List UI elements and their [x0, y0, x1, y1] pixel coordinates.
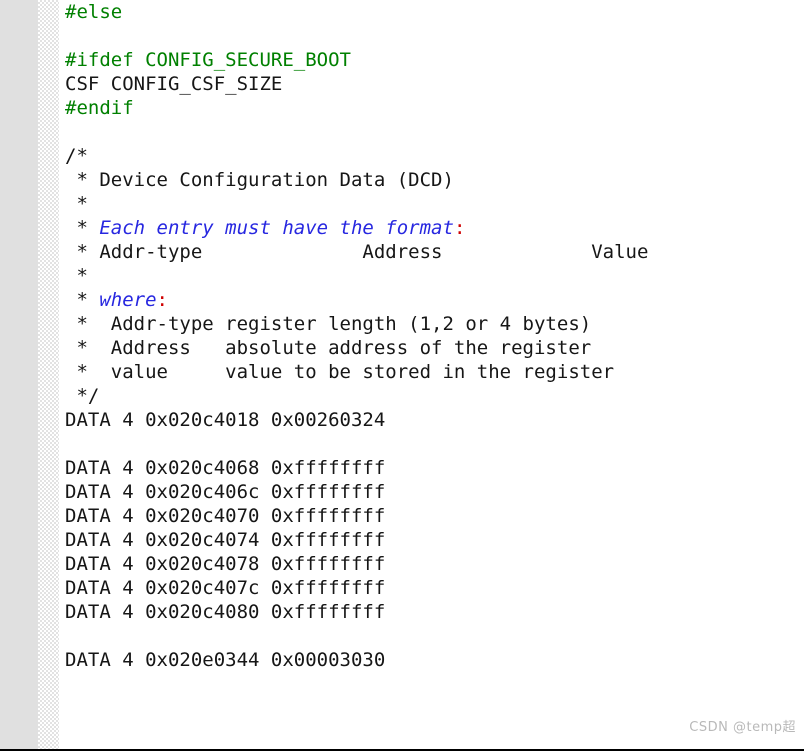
code-token: * value value to be stored in the regist… [65, 361, 615, 383]
code-line[interactable]: DATA 4 0x020c4018 0x00260324 [65, 408, 804, 432]
code-token: DATA 4 0x020c4018 0x00260324 [65, 409, 386, 431]
code-line[interactable]: * Addr-type register length (1,2 or 4 by… [65, 312, 804, 336]
code-line[interactable]: * Each entry must have the format: [65, 216, 804, 240]
code-line[interactable]: * [65, 264, 804, 288]
code-line[interactable]: DATA 4 0x020c4074 0xffffffff [65, 528, 804, 552]
code-text-area[interactable]: #else #ifdef CONFIG_SECURE_BOOT CSF CONFI… [59, 0, 804, 749]
code-token: */ [65, 385, 100, 407]
code-line[interactable] [65, 120, 804, 144]
code-line[interactable]: DATA 4 0x020c4078 0xffffffff [65, 552, 804, 576]
code-token: #endif [65, 97, 134, 119]
code-token: /* [65, 145, 88, 167]
csdn-watermark: CSDN @temp超 [689, 720, 796, 735]
code-token: DATA 4 0x020c406c 0xffffffff [65, 481, 386, 503]
code-line[interactable]: DATA 4 0x020c4068 0xffffffff [65, 456, 804, 480]
code-token: * Device Configuration Data (DCD) [65, 169, 454, 191]
code-token: DATA 4 0x020c407c 0xffffffff [65, 577, 386, 599]
code-token: * Address absolute address of the regist… [65, 337, 592, 359]
code-line[interactable]: DATA 4 0x020c406c 0xffffffff [65, 480, 804, 504]
code-line[interactable]: CSF CONFIG_CSF_SIZE [65, 72, 804, 96]
code-editor-view: #else #ifdef CONFIG_SECURE_BOOT CSF CONFI… [0, 0, 804, 751]
code-token: Each entry must have the format [99, 217, 454, 239]
code-token: DATA 4 0x020c4074 0xffffffff [65, 529, 386, 551]
code-token: DATA 4 0x020c4080 0xffffffff [65, 601, 386, 623]
code-line[interactable]: * where: [65, 288, 804, 312]
code-line[interactable]: */ [65, 384, 804, 408]
code-line[interactable]: * Address absolute address of the regist… [65, 336, 804, 360]
code-token: DATA 4 0x020e0344 0x00003030 [65, 649, 386, 671]
code-token: * [65, 217, 100, 239]
editor-gutter-folding-strip[interactable] [38, 0, 59, 749]
code-token: : [453, 217, 466, 239]
code-line[interactable]: #endif [65, 96, 804, 120]
code-line[interactable]: /* [65, 144, 804, 168]
code-token: DATA 4 0x020c4078 0xffffffff [65, 553, 386, 575]
code-token: * Addr-type register length (1,2 or 4 by… [65, 313, 592, 335]
code-token: * [65, 265, 88, 287]
code-token: DATA 4 0x020c4068 0xffffffff [65, 457, 386, 479]
code-line[interactable] [65, 24, 804, 48]
code-line[interactable]: * Device Configuration Data (DCD) [65, 168, 804, 192]
code-token: : [156, 289, 168, 311]
code-line[interactable]: DATA 4 0x020e0344 0x00003030 [65, 648, 804, 672]
code-line[interactable]: #ifdef CONFIG_SECURE_BOOT [65, 48, 804, 72]
code-token: #ifdef CONFIG_SECURE_BOOT [65, 49, 351, 71]
code-token: * [65, 289, 100, 311]
code-line[interactable]: DATA 4 0x020c407c 0xffffffff [65, 576, 804, 600]
editor-gutter-margin [0, 0, 38, 749]
code-token: #else [65, 1, 123, 23]
code-line[interactable]: * Addr-type Address Value [65, 240, 804, 264]
code-token: where [99, 289, 157, 311]
code-line[interactable]: DATA 4 0x020c4080 0xffffffff [65, 600, 804, 624]
code-line[interactable]: * value value to be stored in the regist… [65, 360, 804, 384]
code-line[interactable]: DATA 4 0x020c4070 0xffffffff [65, 504, 804, 528]
code-line[interactable] [65, 624, 804, 648]
code-token: CSF CONFIG_CSF_SIZE [65, 73, 283, 95]
code-line[interactable]: #else [65, 0, 804, 24]
code-token: * Addr-type Address Value [65, 241, 649, 263]
code-token: DATA 4 0x020c4070 0xffffffff [65, 505, 386, 527]
code-token: * [65, 193, 88, 215]
code-line[interactable] [65, 432, 804, 456]
code-line[interactable]: * [65, 192, 804, 216]
